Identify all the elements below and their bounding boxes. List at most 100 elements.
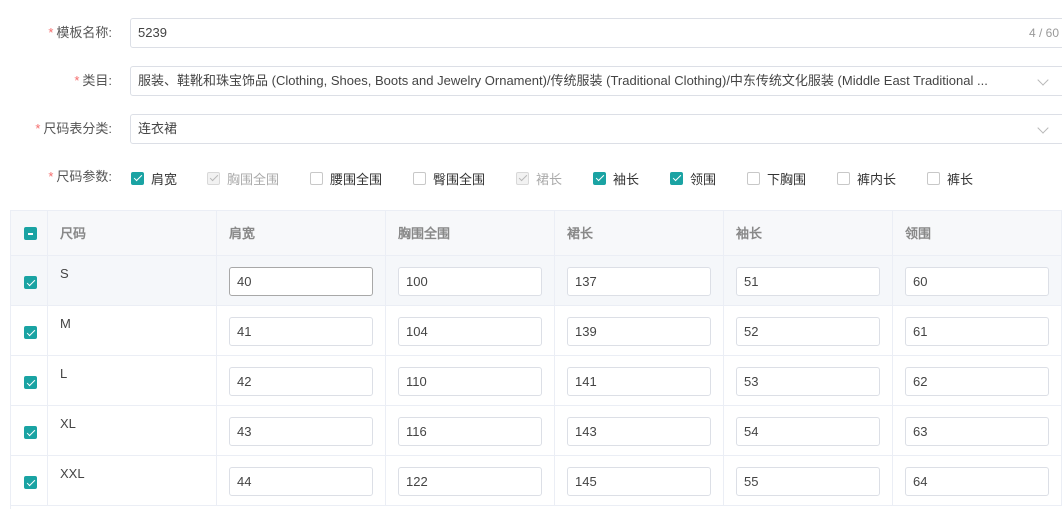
measurement-input[interactable]: 141: [567, 367, 711, 396]
size-param-checkbox[interactable]: [747, 171, 760, 185]
measurement-value: 145: [575, 474, 597, 489]
measurement-cell: 122: [386, 456, 555, 505]
size-param-option[interactable]: 领围: [670, 170, 716, 187]
measurement-input[interactable]: 41: [229, 317, 373, 346]
measurement-cell: 42: [217, 356, 386, 405]
measurement-value: 64: [913, 474, 928, 489]
category-value: 服装、鞋靴和珠宝饰品 (Clothing, Shoes, Boots and J…: [138, 73, 988, 88]
category-row: * 类目: 服装、鞋靴和珠宝饰品 (Clothing, Shoes, Boots …: [0, 66, 1062, 96]
measurement-value: 62: [913, 374, 928, 389]
measurement-input[interactable]: 55: [736, 467, 880, 496]
size-table: 尺码 肩宽 胸围全围 裙长 袖长 领围 S 40 100 137 51 60 M 41 104 1…: [10, 210, 1062, 509]
table-header: 尺码 肩宽 胸围全围 裙长 袖长 领围: [11, 210, 1062, 256]
measurement-input[interactable]: 145: [567, 467, 711, 496]
measurement-value: 52: [744, 324, 759, 339]
template-name-row: * 模板名称: 5239 4 / 60: [0, 18, 1062, 48]
measurement-input[interactable]: 42: [229, 367, 373, 396]
size-chart-type-select[interactable]: 连衣裙: [130, 114, 1062, 144]
size-param-option[interactable]: 袖长: [593, 170, 640, 187]
size-param-option[interactable]: 臀围全围: [413, 170, 486, 187]
category-select[interactable]: 服装、鞋靴和珠宝饰品 (Clothing, Shoes, Boots and J…: [130, 66, 1062, 96]
measurement-cell: 145: [555, 456, 724, 505]
size-param-option[interactable]: 裤长: [927, 170, 973, 187]
measurement-cell: 55: [724, 456, 893, 505]
measurement-cell: 110: [386, 356, 555, 405]
row-select-cell: [11, 456, 48, 505]
size-param-label: 腰围全围: [330, 171, 383, 187]
measurement-input[interactable]: 139: [567, 317, 711, 346]
size-param-checkbox[interactable]: [310, 171, 323, 185]
table-row: L 42 110 141 53 62: [11, 356, 1062, 406]
row-checkbox[interactable]: [24, 326, 37, 339]
measurement-input[interactable]: 43: [229, 417, 373, 446]
header-cell-sleeve: 袖长: [724, 211, 893, 255]
table-row: M 41 104 139 52 61: [11, 306, 1062, 356]
measurement-value: 42: [237, 374, 252, 389]
measurement-input[interactable]: 122: [398, 467, 542, 496]
measurement-cell: 43: [217, 406, 386, 455]
measurement-cell: 143: [555, 406, 724, 455]
header-cell-chest: 胸围全围: [386, 211, 555, 255]
measurement-input[interactable]: 44: [229, 467, 373, 496]
measurement-cell: 44: [217, 456, 386, 505]
size-param-label: 裙长: [536, 171, 563, 187]
measurement-input[interactable]: 61: [905, 317, 1049, 346]
measurement-input[interactable]: 60: [905, 267, 1049, 296]
size-param-option[interactable]: 肩宽: [131, 170, 177, 187]
size-param-checkbox[interactable]: [131, 171, 144, 185]
row-checkbox[interactable]: [24, 276, 37, 289]
size-param-option[interactable]: 腰围全围: [310, 170, 383, 187]
measurement-cell: 63: [893, 406, 1062, 455]
size-param-checkbox[interactable]: [670, 171, 683, 185]
measurement-input[interactable]: 62: [905, 367, 1049, 396]
size-param-checkbox[interactable]: [837, 171, 850, 185]
measurement-input[interactable]: 63: [905, 417, 1049, 446]
row-checkbox[interactable]: [24, 426, 37, 439]
measurement-input[interactable]: 54: [736, 417, 880, 446]
select-all-checkbox[interactable]: [24, 227, 37, 240]
row-select-cell: [11, 306, 48, 355]
row-checkbox[interactable]: [24, 376, 37, 389]
measurement-value: 104: [406, 324, 428, 339]
header-cell-shoulder: 肩宽: [217, 211, 386, 255]
measurement-value: 100: [406, 274, 428, 289]
table-row: XXL 44 122 145 55 64: [11, 456, 1062, 506]
size-label: L: [60, 366, 68, 381]
template-name-input[interactable]: 5239 4 / 60: [130, 18, 1062, 48]
measurement-cell: 104: [386, 306, 555, 355]
measurement-input[interactable]: 100: [398, 267, 542, 296]
measurement-cell: 52: [724, 306, 893, 355]
measurement-input[interactable]: 53: [736, 367, 880, 396]
size-param-label: 下胸围: [767, 171, 807, 187]
size-param-option[interactable]: 下胸围: [747, 170, 807, 187]
measurement-input[interactable]: 143: [567, 417, 711, 446]
measurement-value: 139: [575, 324, 597, 339]
size-param-checkbox[interactable]: [927, 171, 940, 185]
size-param-label: 袖长: [613, 171, 640, 187]
measurement-input[interactable]: 51: [736, 267, 880, 296]
measurement-input[interactable]: 110: [398, 367, 542, 396]
size-params-label: * 尺码参数:: [48, 169, 112, 184]
size-param-option[interactable]: 裤内长: [837, 170, 896, 187]
measurement-input[interactable]: 137: [567, 267, 711, 296]
measurement-input[interactable]: 40: [229, 267, 373, 296]
size-chart-type-value: 连衣裙: [138, 121, 178, 136]
measurement-cell: 54: [724, 406, 893, 455]
size-param-checkbox[interactable]: [593, 171, 606, 185]
size-param-label: 臀围全围: [433, 171, 486, 187]
measurement-input[interactable]: 116: [398, 417, 542, 446]
row-checkbox[interactable]: [24, 476, 37, 489]
measurement-value: 122: [406, 474, 428, 489]
size-cell: XL: [48, 406, 217, 455]
row-select-cell: [11, 406, 48, 455]
measurement-value: 137: [575, 274, 597, 289]
chevron-down-icon: [1037, 122, 1049, 134]
char-counter: 4 / 60: [1028, 26, 1059, 40]
measurement-cell: 100: [386, 256, 555, 305]
measurement-input[interactable]: 64: [905, 467, 1049, 496]
size-param-checkbox[interactable]: [413, 171, 426, 185]
measurement-input[interactable]: 52: [736, 317, 880, 346]
measurement-value: 116: [406, 424, 427, 439]
measurement-input[interactable]: 104: [398, 317, 542, 346]
measurement-value: 53: [744, 374, 759, 389]
